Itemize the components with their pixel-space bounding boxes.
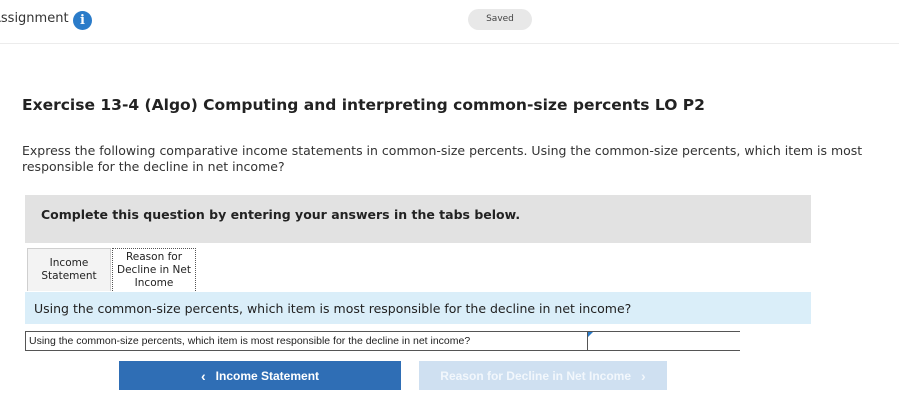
- tab-label: Income Statement: [41, 257, 97, 282]
- next-tab-label: Reason for Decline in Net Income: [440, 368, 632, 383]
- next-tab-button[interactable]: Reason for Decline in Net Income ›: [419, 361, 667, 390]
- tab-reason-for-decline[interactable]: Reason for Decline in Net Income: [112, 248, 196, 291]
- exercise-prompt: Express the following comparative income…: [22, 143, 863, 174]
- question-banner: Using the common-size percents, which it…: [25, 292, 811, 324]
- info-icon[interactable]: i: [73, 11, 92, 30]
- answer-input[interactable]: [587, 332, 740, 350]
- chevron-left-icon: ‹: [200, 367, 206, 384]
- page-title: Exercise 13-4 (Algo) Computing and inter…: [22, 96, 705, 114]
- top-bar: Assignment i Saved: [0, 0, 899, 44]
- tab-label: Reason for Decline in Net Income: [117, 250, 191, 289]
- chevron-right-icon: ›: [641, 367, 646, 384]
- question-text: Using the common-size percents, which it…: [34, 301, 632, 316]
- app-title: Assignment: [0, 11, 69, 26]
- answer-row: Using the common-size percents, which it…: [25, 331, 740, 351]
- previous-tab-label: Income Statement: [215, 368, 320, 383]
- instructions-banner: Complete this question by entering your …: [25, 195, 811, 243]
- saved-status-badge: Saved: [468, 9, 532, 30]
- instructions-text: Complete this question by entering your …: [41, 207, 521, 222]
- previous-tab-button[interactable]: ‹ Income Statement: [119, 361, 401, 390]
- input-corner-marker: [588, 332, 593, 337]
- tab-income-statement[interactable]: Income Statement: [27, 248, 111, 291]
- answer-row-label: Using the common-size percents, which it…: [29, 335, 471, 347]
